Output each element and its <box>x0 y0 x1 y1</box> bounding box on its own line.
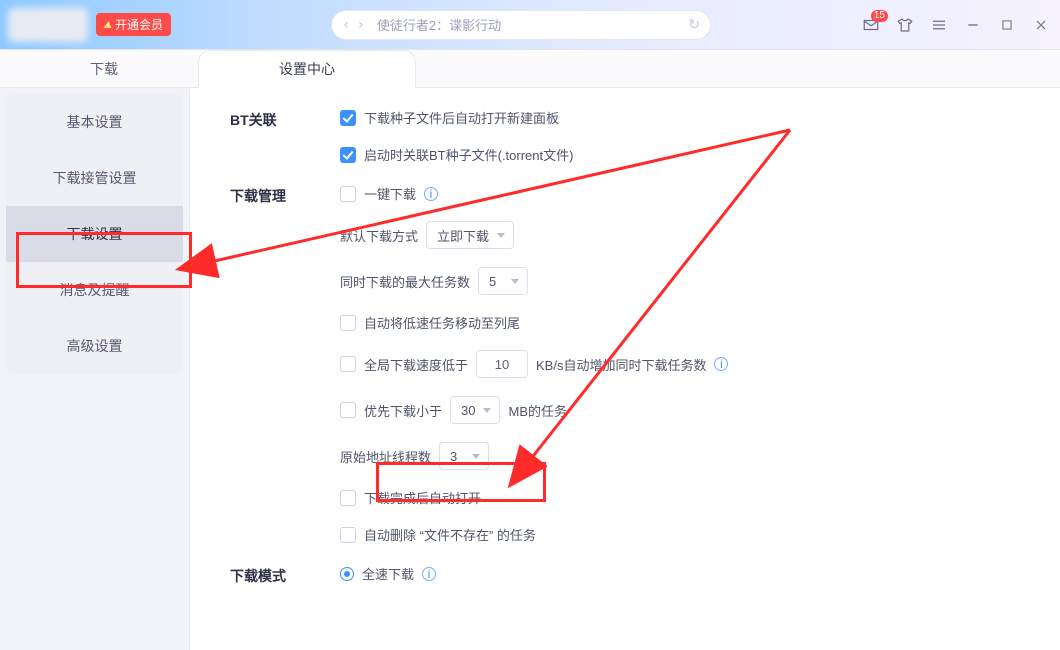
row-max-tasks: 同时下载的最大任务数 5 <box>340 267 1030 295</box>
menu-icon[interactable] <box>930 16 948 34</box>
chevron-down-icon <box>483 408 491 413</box>
chevron-down-icon <box>497 233 505 238</box>
select-default-method[interactable]: 立即下载 <box>426 221 514 249</box>
label-origin-threads: 原始地址线程数 <box>340 447 431 466</box>
label-associate-torrent: 启动时关联BT种子文件(.torrent文件) <box>364 145 573 164</box>
sidebar-item-takeover[interactable]: 下载接管设置 <box>6 150 183 206</box>
label-prefer-small-suffix: MB的任务 <box>508 401 567 420</box>
label-open-after: 下载完成后自动打开 <box>364 488 481 507</box>
user-avatar-blur <box>8 8 88 42</box>
sidebar-item-notifications[interactable]: 消息及提醒 <box>6 262 183 318</box>
section-title-dlmgr: 下载管理 <box>230 184 340 544</box>
sidebar: 基本设置 下载接管设置 下载设置 消息及提醒 高级设置 <box>0 88 190 650</box>
bolt-icon <box>103 21 112 28</box>
search-box[interactable]: ‹› 使徒行者2：谍影行动 ↻ <box>331 10 711 40</box>
sidebar-item-download-settings[interactable]: 下载设置 <box>6 206 183 262</box>
notification-badge: 15 <box>871 10 888 22</box>
nav-arrows-icon[interactable]: ‹› <box>342 17 371 33</box>
row-prefer-small: 优先下载小于 30 MB的任务 <box>340 396 1030 424</box>
row-auto-open-panel: 下载种子文件后自动打开新建面板 <box>340 108 1030 127</box>
vip-badge[interactable]: 开通会员 <box>96 13 171 36</box>
label-move-slow: 自动将低速任务移动至列尾 <box>364 313 520 332</box>
titlebar-right: 15 <box>862 16 1050 34</box>
refresh-icon[interactable]: ↻ <box>688 16 700 33</box>
sidebar-item-advanced[interactable]: 高级设置 <box>6 318 183 374</box>
info-icon[interactable]: i <box>422 567 436 581</box>
vip-label: 开通会员 <box>115 16 163 33</box>
tab-settings[interactable]: 设置中心 <box>198 50 416 88</box>
label-max-tasks: 同时下载的最大任务数 <box>340 272 470 291</box>
checkbox-auto-delete-missing[interactable] <box>340 527 356 543</box>
maximize-icon[interactable] <box>998 16 1016 34</box>
label-prefer-small-prefix: 优先下载小于 <box>364 401 442 420</box>
info-icon[interactable]: i <box>714 357 728 371</box>
checkbox-associate-torrent[interactable] <box>340 147 356 163</box>
checkbox-global-speed[interactable] <box>340 356 356 372</box>
checkbox-auto-open-panel[interactable] <box>340 110 356 126</box>
checkbox-one-click[interactable] <box>340 186 356 202</box>
row-open-after: 下载完成后自动打开 <box>340 488 1030 507</box>
checkbox-move-slow[interactable] <box>340 315 356 331</box>
checkbox-open-after[interactable] <box>340 490 356 506</box>
row-global-speed: 全局下载速度低于 10 KB/s自动增加同时下载任务数 i <box>340 350 1030 378</box>
select-prefer-small[interactable]: 30 <box>450 396 500 424</box>
row-default-method: 默认下载方式 立即下载 <box>340 221 1030 249</box>
chevron-down-icon <box>511 279 519 284</box>
label-one-click: 一键下载 <box>364 184 416 203</box>
row-auto-delete-missing: 自动删除 “文件不存在” 的任务 <box>340 525 1030 544</box>
close-icon[interactable] <box>1032 16 1050 34</box>
label-full-speed: 全速下载 <box>362 564 414 583</box>
minimize-icon[interactable] <box>964 16 982 34</box>
shirt-icon[interactable] <box>896 16 914 34</box>
titlebar: 开通会员 ‹› 使徒行者2：谍影行动 ↻ 15 <box>0 0 1060 50</box>
row-move-slow: 自动将低速任务移动至列尾 <box>340 313 1030 332</box>
row-associate-torrent: 启动时关联BT种子文件(.torrent文件) <box>340 145 1030 164</box>
select-max-tasks[interactable]: 5 <box>478 267 528 295</box>
sidebar-item-basic[interactable]: 基本设置 <box>6 94 183 150</box>
content: BT关联 下载种子文件后自动打开新建面板 启动时关联BT种子文件(.torren… <box>190 88 1060 650</box>
mail-icon[interactable]: 15 <box>862 16 880 34</box>
label-auto-open-panel: 下载种子文件后自动打开新建面板 <box>364 108 559 127</box>
label-global-speed-prefix: 全局下载速度低于 <box>364 355 468 374</box>
row-full-speed: 全速下载 i <box>340 564 1030 583</box>
section-title-bt: BT关联 <box>230 108 340 164</box>
body: 基本设置 下载接管设置 下载设置 消息及提醒 高级设置 BT关联 下载种子文件后… <box>0 88 1060 650</box>
label-auto-delete-missing: 自动删除 “文件不存在” 的任务 <box>364 525 536 544</box>
tab-download[interactable]: 下载 <box>10 50 198 87</box>
input-global-speed[interactable]: 10 <box>476 350 528 378</box>
checkbox-prefer-small[interactable] <box>340 402 356 418</box>
info-icon[interactable]: i <box>424 187 438 201</box>
tabs-row: 下载 设置中心 <box>0 50 1060 88</box>
row-one-click: 一键下载 i <box>340 184 1030 203</box>
select-origin-threads[interactable]: 3 <box>439 442 489 470</box>
label-global-speed-suffix: KB/s自动增加同时下载任务数 <box>536 355 706 374</box>
row-origin-threads: 原始地址线程数 3 <box>340 442 1030 470</box>
chevron-down-icon <box>472 454 480 459</box>
section-dlmgr: 下载管理 一键下载 i 默认下载方式 立即下载 同时下载的最大任务数 5 <box>230 184 1030 544</box>
radio-full-speed[interactable] <box>340 567 354 581</box>
section-bt: BT关联 下载种子文件后自动打开新建面板 启动时关联BT种子文件(.torren… <box>230 108 1030 164</box>
section-title-dlmode: 下载模式 <box>230 564 340 586</box>
label-default-method: 默认下载方式 <box>340 226 418 245</box>
search-placeholder: 使徒行者2：谍影行动 <box>377 15 688 34</box>
section-dlmode: 下载模式 全速下载 i <box>230 564 1030 586</box>
